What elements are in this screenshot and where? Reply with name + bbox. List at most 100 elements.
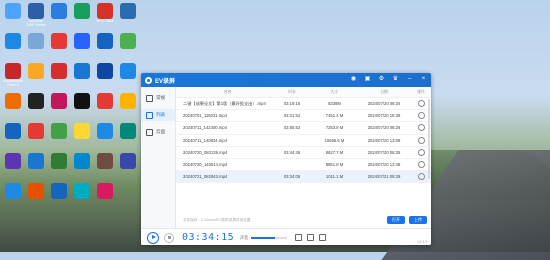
desktop-shortcut-icon[interactable]: [2, 183, 24, 213]
desktop-shortcut-icon[interactable]: [25, 153, 47, 183]
table-row[interactable]: 二键【成果论文】第1版（最好投支出）.mp4 03:19:16 6336M 2024/…: [176, 98, 431, 111]
desktop-shortcut-icon[interactable]: Autodesk DWF Viewer: [25, 3, 47, 33]
shortcut-label: [71, 19, 93, 27]
gift-icon[interactable]: ▣: [364, 76, 371, 83]
shortcut-label: [25, 109, 47, 117]
camera-toggle-icon[interactable]: [307, 234, 315, 241]
close-icon[interactable]: ×: [420, 76, 427, 83]
more-options-icon[interactable]: [417, 136, 425, 144]
table-row[interactable]: 20240720_140514.mp4 8851.8 M 2024/07/20 13…: [176, 159, 431, 172]
table-row[interactable]: 20240721_082943.mp4 03:34:05 1011.1 M 2024/…: [176, 171, 431, 184]
app-icon: [74, 153, 90, 169]
desktop-shortcut-icon[interactable]: WPS Office: [94, 3, 116, 33]
desktop-shortcut-icon[interactable]: [94, 93, 116, 123]
camera-icon[interactable]: ◉: [350, 76, 357, 83]
shortcut-label: [48, 199, 70, 207]
monitor-icon: [146, 94, 153, 102]
app-icon: [74, 3, 90, 19]
desktop-shortcut-icon[interactable]: [2, 153, 24, 183]
desktop-shortcut-icon[interactable]: [71, 33, 93, 63]
more-options-icon[interactable]: [417, 100, 425, 108]
shortcut-label: [2, 109, 24, 117]
shortcut-label: [117, 109, 139, 117]
more-options-icon[interactable]: [417, 173, 425, 181]
desktop-shortcut-icon[interactable]: [71, 63, 93, 93]
bottom-tools: [295, 234, 327, 241]
start-record-button[interactable]: [147, 231, 159, 244]
shortcut-label: [71, 79, 93, 87]
date: 2024/07/20 18:38: [367, 113, 401, 119]
more-options-icon[interactable]: [417, 161, 425, 169]
sidebar-item-general[interactable]: 常规: [141, 92, 175, 104]
shortcut-label: [117, 79, 139, 87]
desktop-shortcut-icon[interactable]: [71, 153, 93, 183]
desktop-shortcut-icon[interactable]: [48, 183, 70, 213]
desktop-shortcut-icon[interactable]: [25, 33, 47, 63]
crown-icon[interactable]: ♛: [392, 76, 399, 83]
shortcut-label: [2, 169, 24, 177]
shortcut-label: [117, 19, 139, 27]
desktop-shortcut-icon[interactable]: [25, 183, 47, 213]
sidebar-item-list[interactable]: 列表: [141, 109, 175, 121]
desktop-shortcut-icon[interactable]: [94, 33, 116, 63]
desktop-shortcut-icon[interactable]: [25, 123, 47, 153]
table-row[interactable]: 20240701_115031.mp4 03:21:52 7451.4 M 2024/…: [176, 110, 431, 123]
app-icon: [74, 63, 90, 79]
app-logo-icon: [145, 76, 152, 84]
desktop-shortcut-icon[interactable]: [94, 63, 116, 93]
speaker-icon[interactable]: [295, 234, 303, 241]
more-options-icon[interactable]: [417, 148, 425, 156]
desktop-shortcut-icon[interactable]: [25, 63, 47, 93]
settings-icon[interactable]: ⚙: [378, 76, 385, 83]
desktop-shortcut-icon[interactable]: [48, 3, 70, 33]
desktop-shortcut-icon[interactable]: [117, 33, 139, 63]
desktop-shortcut-icon[interactable]: [2, 123, 24, 153]
file-name: 20240720_140514.mp4: [183, 162, 228, 168]
ev-recorder-window: EV录屏 ◉ ▣ ⚙ ♛ – × 常规 列表 云盘 名称 时长 大小 日期 操作…: [141, 73, 431, 245]
title-bar[interactable]: EV录屏 ◉ ▣ ⚙ ♛ – ×: [141, 73, 431, 87]
scrollbar[interactable]: [428, 99, 430, 179]
desktop-shortcut-icon[interactable]: [48, 33, 70, 63]
more-options-icon[interactable]: [417, 124, 425, 132]
desktop-shortcut-icon[interactable]: [48, 63, 70, 93]
minimize-icon[interactable]: –: [406, 76, 413, 83]
desktop-shortcut-icon[interactable]: [117, 63, 139, 93]
desktop-shortcut-icon[interactable]: [117, 3, 139, 33]
desktop-shortcut-icon[interactable]: [2, 33, 24, 63]
desktop-shortcut-icon[interactable]: [117, 123, 139, 153]
volume-slider[interactable]: [251, 236, 288, 239]
more-options-icon[interactable]: [417, 112, 425, 120]
desktop-shortcut-icon[interactable]: [71, 183, 93, 213]
app-icon: [28, 63, 44, 79]
desktop-shortcut-icon[interactable]: [94, 123, 116, 153]
date: 2024/07/20 08:26: [367, 125, 401, 131]
table-row[interactable]: 20240711_140834.mp4 10656.6 M 2024/07/20 1…: [176, 135, 431, 147]
desktop-shortcut-icon[interactable]: [71, 123, 93, 153]
upload-button[interactable]: 上传: [409, 216, 427, 224]
desktop-shortcut-icon[interactable]: Macromedia Flash 8: [2, 63, 24, 93]
desktop-shortcut-icon[interactable]: [2, 3, 24, 33]
desktop-shortcut-icon[interactable]: [2, 93, 24, 123]
desktop-shortcut-icon[interactable]: [48, 123, 70, 153]
save-path-hint: 文件保存：C:\Users\EV录屏\录屏存放位置: [183, 217, 251, 222]
file-size: 8851.8 M: [325, 162, 344, 168]
window-icon[interactable]: [319, 234, 327, 241]
desktop-shortcut-icon[interactable]: [48, 93, 70, 123]
table-row[interactable]: 20240711_142400.mp4 03:55:52 7253.8 M 2024/…: [176, 122, 431, 135]
table-row[interactable]: 20240720_083139.mp4 03:44:45 8627.7 M 2024/…: [176, 147, 431, 159]
sidebar-item-cloud[interactable]: 云盘: [141, 126, 175, 138]
desktop-shortcut-icon[interactable]: [117, 153, 139, 183]
stop-record-button[interactable]: [164, 232, 174, 243]
file-name: 20240701_115031.mp4: [183, 113, 227, 119]
desktop-shortcut-icon[interactable]: [71, 3, 93, 33]
desktop-shortcut-icon[interactable]: [94, 183, 116, 213]
file-size: 6336M: [328, 101, 341, 107]
desktop-shortcut-icon[interactable]: [25, 93, 47, 123]
desktop-shortcut-icon[interactable]: [48, 153, 70, 183]
open-folder-button[interactable]: 打开: [387, 216, 405, 224]
shortcut-label: [71, 199, 93, 207]
app-icon: [74, 123, 90, 139]
desktop-shortcut-icon[interactable]: [71, 93, 93, 123]
desktop-shortcut-icon[interactable]: [94, 153, 116, 183]
desktop-shortcut-icon[interactable]: [117, 93, 139, 123]
